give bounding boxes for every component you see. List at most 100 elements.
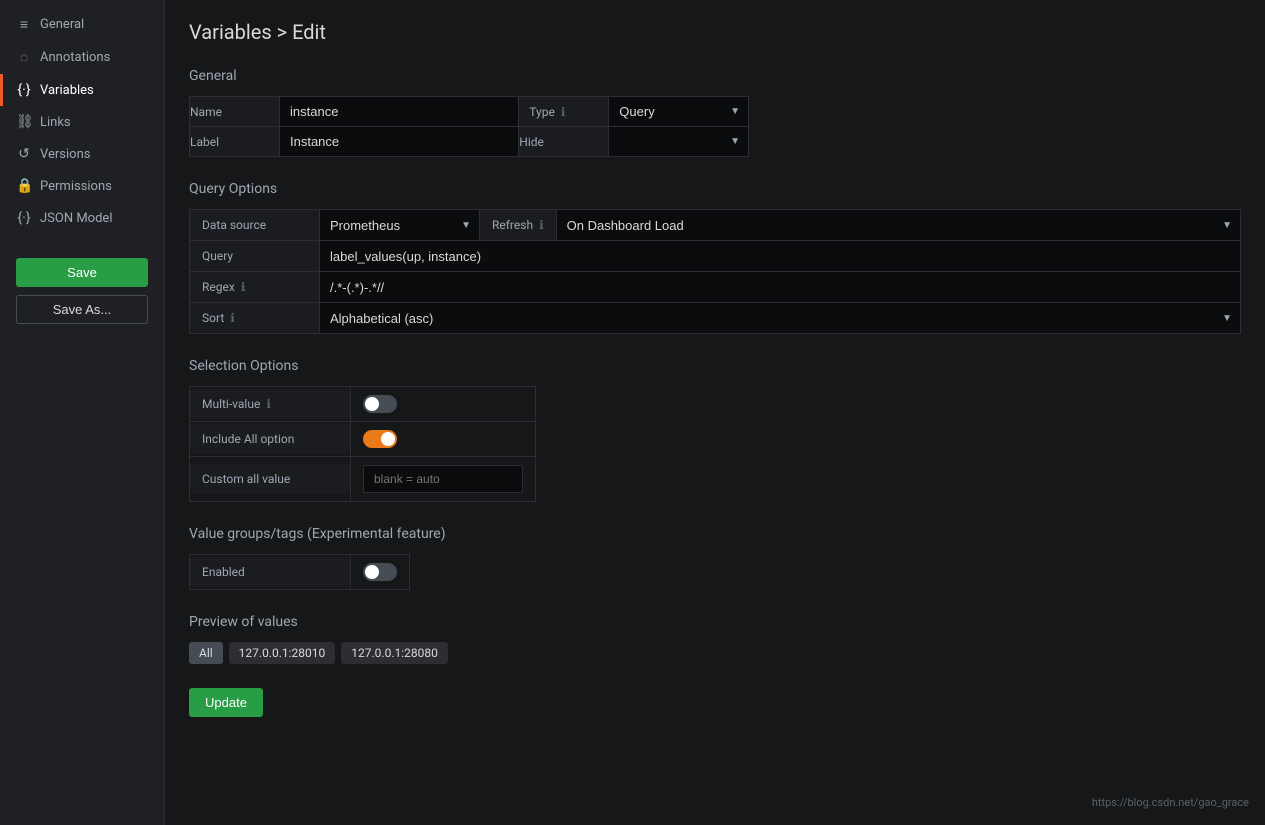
sidebar-item-label: JSON Model [40, 211, 112, 226]
sidebar-item-general[interactable]: ≡ General [0, 8, 164, 41]
include-all-toggle[interactable] [363, 430, 397, 448]
value-groups-title: Value groups/tags (Experimental feature) [189, 526, 1241, 542]
sidebar-item-label: General [40, 17, 84, 32]
enabled-row: Enabled [190, 555, 410, 590]
sidebar-item-versions[interactable]: ↺ Versions [0, 138, 164, 170]
query-input[interactable] [320, 241, 1240, 271]
sidebar-item-links[interactable]: ⛓ Links [0, 106, 164, 138]
preview-value-1: 127.0.0.1:28010 [229, 642, 336, 664]
type-select[interactable]: Query Custom Textbox Constant Datasource… [609, 97, 748, 126]
multi-value-info-icon[interactable]: ℹ [266, 397, 271, 411]
custom-all-input[interactable] [363, 465, 523, 493]
enabled-toggle[interactable] [363, 563, 397, 581]
hide-label: Hide [519, 127, 609, 157]
regex-input[interactable] [320, 272, 1240, 302]
type-info-icon[interactable]: ℹ [561, 105, 566, 119]
query-options-title: Query Options [189, 181, 1241, 197]
sidebar-item-permissions[interactable]: 🔒 Permissions [0, 170, 164, 202]
type-label-cell: Type ℹ [519, 97, 609, 127]
permissions-icon: 🔒 [16, 178, 32, 194]
sort-select[interactable]: Disabled Alphabetical (asc) Alphabetical… [320, 304, 500, 333]
save-button[interactable]: Save [16, 258, 148, 287]
label-label: Label [190, 127, 280, 157]
enabled-toggle-cell [351, 555, 410, 590]
include-all-label-cell: Include All option [190, 422, 351, 457]
preview-value-2: 127.0.0.1:28080 [341, 642, 448, 664]
sidebar-item-variables[interactable]: {·} Variables [0, 74, 164, 106]
sidebar-item-label: Variables [40, 83, 94, 98]
type-label: Type [529, 105, 555, 119]
enabled-label: Enabled [202, 565, 245, 579]
general-icon: ≡ [16, 16, 32, 33]
footer-note: https://blog.csdn.net/gao_grace [1092, 796, 1249, 809]
value-groups-section: Value groups/tags (Experimental feature)… [189, 526, 1241, 590]
general-form-table: Name Type ℹ Query Custom Textbox [189, 96, 749, 157]
refresh-select[interactable]: Never On Dashboard Load On Time Range Ch… [557, 211, 1240, 240]
label-input[interactable] [280, 127, 518, 156]
type-select-cell: Query Custom Textbox Constant Datasource… [609, 97, 749, 127]
sidebar-item-label: Permissions [40, 179, 112, 194]
sidebar-item-label: Annotations [40, 50, 110, 65]
include-all-row: Include All option [190, 422, 536, 457]
update-button[interactable]: Update [189, 688, 263, 717]
regex-label-cell: Regex ℹ [190, 272, 320, 302]
variables-icon: {·} [16, 82, 32, 98]
sort-info-icon[interactable]: ℹ [230, 311, 235, 325]
query-row: Query [189, 241, 1241, 272]
selection-options-table: Multi-value ℹ Include All [189, 386, 536, 502]
refresh-select-wrap: Never On Dashboard Load On Time Range Ch… [557, 210, 1240, 240]
query-label: Query [190, 241, 320, 271]
refresh-info-icon[interactable]: ℹ [539, 218, 544, 232]
datasource-select-wrap: Prometheus default ▼ [320, 210, 480, 240]
name-label: Name [190, 97, 280, 127]
selection-options-title: Selection Options [189, 358, 1241, 374]
multi-value-toggle[interactable] [363, 395, 397, 413]
custom-all-label-cell: Custom all value [190, 457, 351, 502]
sort-select-wrap: Disabled Alphabetical (asc) Alphabetical… [320, 303, 1240, 333]
name-input[interactable] [280, 97, 518, 126]
include-all-label: Include All option [202, 432, 294, 446]
include-all-toggle-cell [351, 422, 536, 457]
sidebar-item-json-model[interactable]: {·} JSON Model [0, 202, 164, 234]
sort-label-cell: Sort ℹ [190, 303, 320, 333]
value-groups-table: Enabled [189, 554, 410, 590]
refresh-label-cell: Refresh ℹ [480, 210, 557, 240]
multi-value-slider [363, 395, 397, 413]
sort-row: Sort ℹ Disabled Alphabetical (asc) Alpha… [189, 303, 1241, 334]
hide-select[interactable]: Label Variable [609, 127, 748, 156]
links-icon: ⛓ [16, 114, 32, 130]
refresh-label-text: Refresh [492, 218, 533, 232]
general-section: General Name Type ℹ Query [189, 68, 1241, 157]
sort-arrow-icon: ▼ [1222, 313, 1232, 324]
label-row: Label Hide Label Variable ▼ [190, 127, 749, 157]
preview-tags: All 127.0.0.1:28010 127.0.0.1:28080 [189, 642, 1241, 664]
custom-all-input-cell [351, 457, 536, 502]
regex-label: Regex [202, 280, 235, 294]
query-options-section: Query Options Data source Prometheus def… [189, 181, 1241, 334]
save-as-button[interactable]: Save As... [16, 295, 148, 324]
datasource-select[interactable]: Prometheus default [320, 211, 479, 240]
custom-all-label: Custom all value [202, 472, 290, 486]
sidebar-item-annotations[interactable]: ◌ Annotations [0, 41, 164, 74]
selection-options-section: Selection Options Multi-value ℹ [189, 358, 1241, 502]
sort-label: Sort [202, 311, 224, 325]
datasource-row: Data source Prometheus default ▼ Refresh… [189, 209, 1241, 241]
multi-value-row: Multi-value ℹ [190, 387, 536, 422]
enabled-slider [363, 563, 397, 581]
json-model-icon: {·} [16, 210, 32, 226]
multi-value-toggle-cell [351, 387, 536, 422]
hide-select-cell: Label Variable ▼ [609, 127, 749, 157]
versions-icon: ↺ [16, 146, 32, 162]
name-row: Name Type ℹ Query Custom Textbox [190, 97, 749, 127]
custom-all-row: Custom all value [190, 457, 536, 502]
sidebar: ≡ General ◌ Annotations {·} Variables ⛓ … [0, 0, 165, 825]
sidebar-item-label: Versions [40, 147, 90, 162]
preview-all-tag: All [189, 642, 223, 664]
sidebar-buttons: Save Save As... [0, 242, 164, 340]
main-content: Variables > Edit General Name Type ℹ [165, 0, 1265, 825]
multi-value-label: Multi-value [202, 397, 260, 411]
label-value-cell [280, 127, 519, 157]
regex-info-icon[interactable]: ℹ [241, 280, 246, 294]
general-section-title: General [189, 68, 1241, 84]
preview-title: Preview of values [189, 614, 1241, 630]
